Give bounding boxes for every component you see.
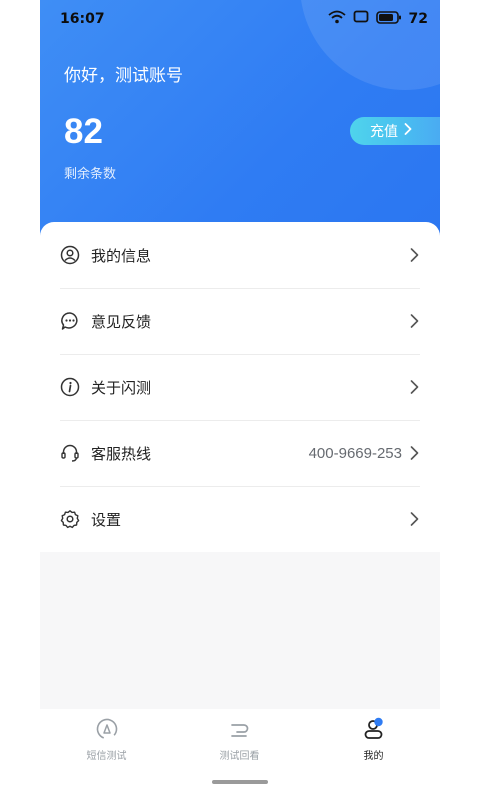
profile-screen: 16:07 72 你好，测试账号 82 剩余条数 充值 我的信息 意见反馈 关于… [40, 0, 440, 800]
menu-item-settings[interactable]: 设置 [60, 486, 420, 552]
account-header: 16:07 72 你好，测试账号 82 剩余条数 充值 [40, 0, 440, 250]
chevron-right-icon [408, 512, 420, 526]
recharge-button[interactable]: 充值 [350, 117, 440, 145]
sms-test-icon [95, 717, 119, 741]
menu-card: 我的信息 意见反馈 关于闪测 客服热线 400-9669-253 设置 [40, 222, 440, 552]
status-icons: 72 [327, 10, 428, 28]
wifi-icon [327, 10, 346, 28]
chevron-right-icon [408, 446, 420, 460]
tab-label: 短信测试 [86, 751, 127, 762]
user-icon [60, 245, 80, 265]
tab-label: 测试回看 [219, 751, 260, 762]
status-bar: 16:07 72 [40, 0, 440, 40]
tab-mine[interactable]: 我的 [307, 717, 440, 767]
remaining-count-label: 剩余条数 [64, 167, 117, 182]
menu-item-label: 意见反馈 [91, 312, 152, 331]
gear-icon [60, 509, 80, 529]
recharge-label: 充值 [370, 124, 398, 140]
chevron-right-icon [408, 248, 420, 262]
profile-icon [362, 717, 386, 741]
home-indicator [212, 780, 268, 784]
status-time: 16:07 [60, 11, 105, 27]
tab-test-replay[interactable]: 测试回看 [173, 717, 306, 767]
tab-label: 我的 [363, 751, 384, 762]
menu-item-label: 关于闪测 [91, 378, 152, 397]
battery-icon [375, 10, 402, 28]
chevron-right-icon [408, 314, 420, 328]
greeting-text: 你好，测试账号 [64, 66, 183, 86]
battery-level: 72 [408, 11, 428, 27]
menu-item-label: 客服热线 [91, 444, 152, 463]
tab-sms-test[interactable]: 短信测试 [40, 717, 173, 767]
remaining-count: 82 [64, 112, 103, 151]
chevron-right-icon [404, 123, 412, 139]
menu-item-my-info[interactable]: 我的信息 [60, 222, 420, 288]
menu-item-feedback[interactable]: 意见反馈 [60, 288, 420, 354]
hotline-number: 400-9669-253 [308, 444, 402, 462]
bottom-tab-bar: 短信测试 测试回看 我的 [40, 709, 440, 800]
headset-icon [60, 443, 80, 463]
menu-item-label: 我的信息 [91, 246, 152, 265]
menu-item-about[interactable]: 关于闪测 [60, 354, 420, 420]
info-icon [60, 377, 80, 397]
replay-icon [228, 717, 252, 741]
menu-item-label: 设置 [91, 510, 122, 529]
chevron-right-icon [408, 380, 420, 394]
message-icon [60, 311, 80, 331]
screen-cast-icon [353, 10, 369, 28]
menu-item-hotline[interactable]: 客服热线 400-9669-253 [60, 420, 420, 486]
